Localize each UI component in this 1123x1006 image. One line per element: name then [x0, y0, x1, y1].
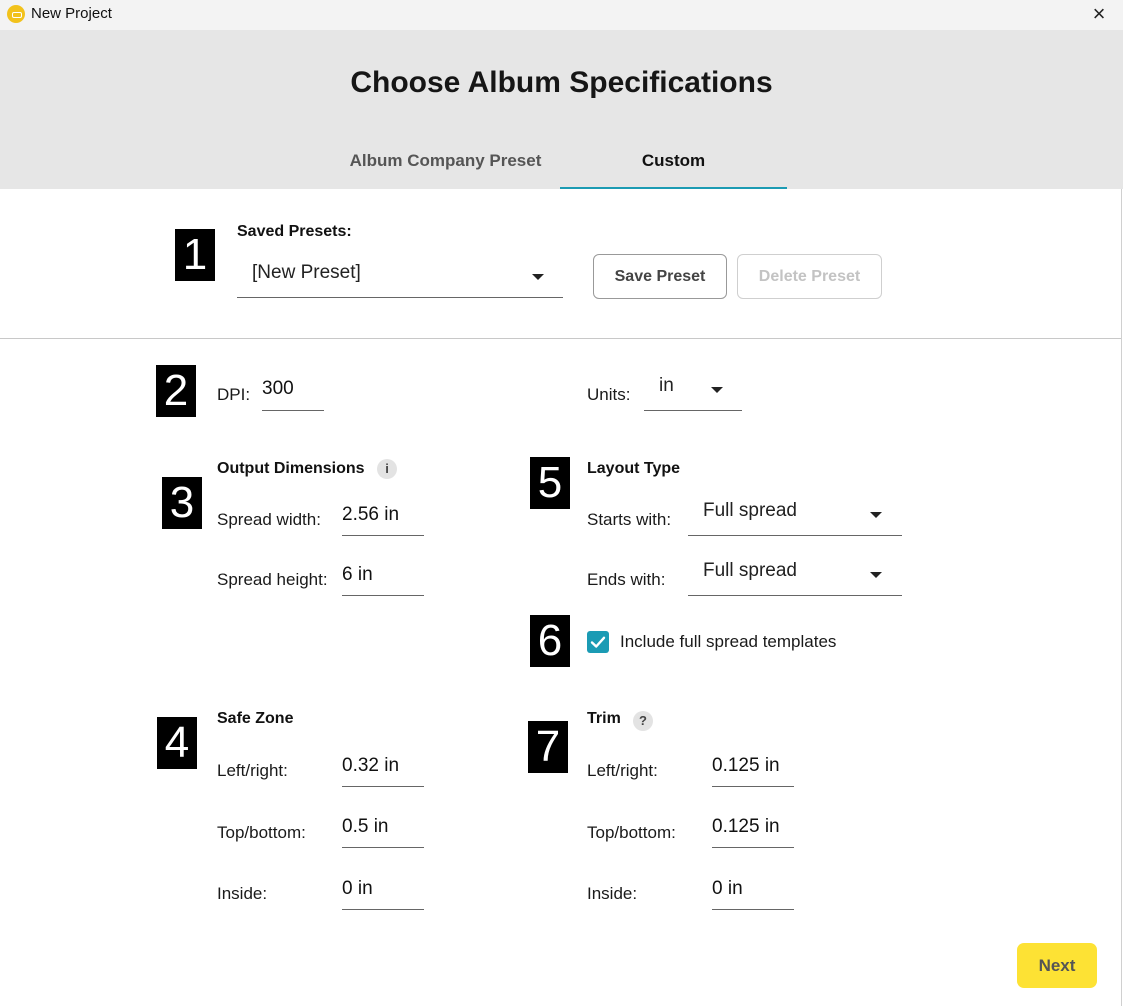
app-logo-icon: [7, 5, 25, 23]
chevron-down-icon: [711, 387, 723, 393]
saved-presets-dropdown[interactable]: [New Preset]: [237, 254, 563, 298]
units-value: in: [659, 375, 674, 396]
next-button[interactable]: Next: [1017, 943, 1097, 988]
window-titlebar: New Project ×: [0, 0, 1123, 30]
starts-with-dropdown[interactable]: Full spread: [688, 492, 902, 536]
spread-height-label: Spread height:: [217, 570, 328, 589]
spread-width-label: Spread width:: [217, 510, 321, 529]
safe-left-right-label: Left/right:: [217, 761, 288, 780]
help-icon[interactable]: ?: [633, 711, 653, 731]
spread-height-value: 6 in: [342, 564, 373, 585]
trim-left-right-label: Left/right:: [587, 761, 658, 780]
layout-type-title: Layout Type: [587, 460, 681, 477]
safe-zone-title: Safe Zone: [217, 710, 294, 727]
safe-inside-value: 0 in: [342, 878, 373, 899]
units-label: Units:: [587, 385, 631, 404]
delete-preset-button[interactable]: Delete Preset: [737, 254, 882, 299]
tab-album-company-preset[interactable]: Album Company Preset: [331, 138, 560, 189]
spread-height-input[interactable]: 6 in: [342, 560, 424, 596]
chevron-down-icon: [870, 512, 882, 518]
trim-title: Trim: [587, 710, 621, 727]
starts-with-label: Starts with:: [587, 510, 672, 529]
ends-with-value: Full spread: [703, 560, 797, 581]
trim-inside-input[interactable]: 0 in: [712, 874, 794, 910]
safe-top-bottom-input[interactable]: 0.5 in: [342, 812, 424, 848]
tab-custom[interactable]: Custom: [560, 138, 787, 189]
save-preset-button[interactable]: Save Preset: [593, 254, 727, 299]
units-dropdown[interactable]: in: [644, 367, 742, 411]
ends-with-dropdown[interactable]: Full spread: [688, 552, 902, 596]
saved-presets-label: Saved Presets:: [237, 223, 352, 240]
output-dimensions-title: Output Dimensions: [217, 460, 365, 477]
dpi-label: DPI:: [217, 385, 251, 404]
trim-left-right-value: 0.125 in: [712, 755, 780, 776]
safe-top-bottom-value: 0.5 in: [342, 816, 389, 837]
window-edge: [1121, 189, 1122, 1006]
saved-presets-value: [New Preset]: [252, 262, 361, 283]
step-badge-3: 3: [162, 477, 202, 529]
trim-left-right-input[interactable]: 0.125 in: [712, 751, 794, 787]
dpi-value: 300: [262, 378, 294, 399]
trim-inside-value: 0 in: [712, 878, 743, 899]
window-title: New Project: [31, 5, 112, 22]
safe-inside-label: Inside:: [217, 884, 268, 903]
chevron-down-icon: [870, 572, 882, 578]
step-badge-4: 4: [157, 717, 197, 769]
safe-left-right-input[interactable]: 0.32 in: [342, 751, 424, 787]
page-title: Choose Album Specifications: [350, 66, 773, 99]
checkmark-icon: [590, 636, 606, 648]
chevron-down-icon: [532, 274, 544, 280]
step-badge-5: 5: [530, 457, 570, 509]
include-templates-label[interactable]: Include full spread templates: [620, 632, 836, 652]
step-badge-6: 6: [530, 615, 570, 667]
safe-left-right-value: 0.32 in: [342, 755, 400, 776]
header: Choose Album Specifications Album Compan…: [0, 30, 1123, 189]
trim-top-bottom-label: Top/bottom:: [587, 823, 676, 842]
section-divider: [0, 338, 1121, 339]
step-badge-2: 2: [156, 365, 196, 417]
step-badge-1: 1: [175, 229, 215, 281]
close-icon[interactable]: ×: [1085, 1, 1113, 27]
info-icon[interactable]: i: [377, 459, 397, 479]
spread-width-value: 2.56 in: [342, 504, 400, 525]
step-badge-7: 7: [528, 721, 568, 773]
spread-width-input[interactable]: 2.56 in: [342, 500, 424, 536]
dpi-input[interactable]: 300: [262, 375, 324, 411]
starts-with-value: Full spread: [703, 500, 797, 521]
trim-top-bottom-input[interactable]: 0.125 in: [712, 812, 794, 848]
include-templates-checkbox[interactable]: [587, 631, 609, 653]
tab-label: Album Company Preset: [349, 151, 542, 170]
tab-label: Custom: [641, 151, 706, 170]
safe-top-bottom-label: Top/bottom:: [217, 823, 306, 842]
trim-inside-label: Inside:: [587, 884, 638, 903]
ends-with-label: Ends with:: [587, 570, 666, 589]
trim-top-bottom-value: 0.125 in: [712, 816, 780, 837]
safe-inside-input[interactable]: 0 in: [342, 874, 424, 910]
